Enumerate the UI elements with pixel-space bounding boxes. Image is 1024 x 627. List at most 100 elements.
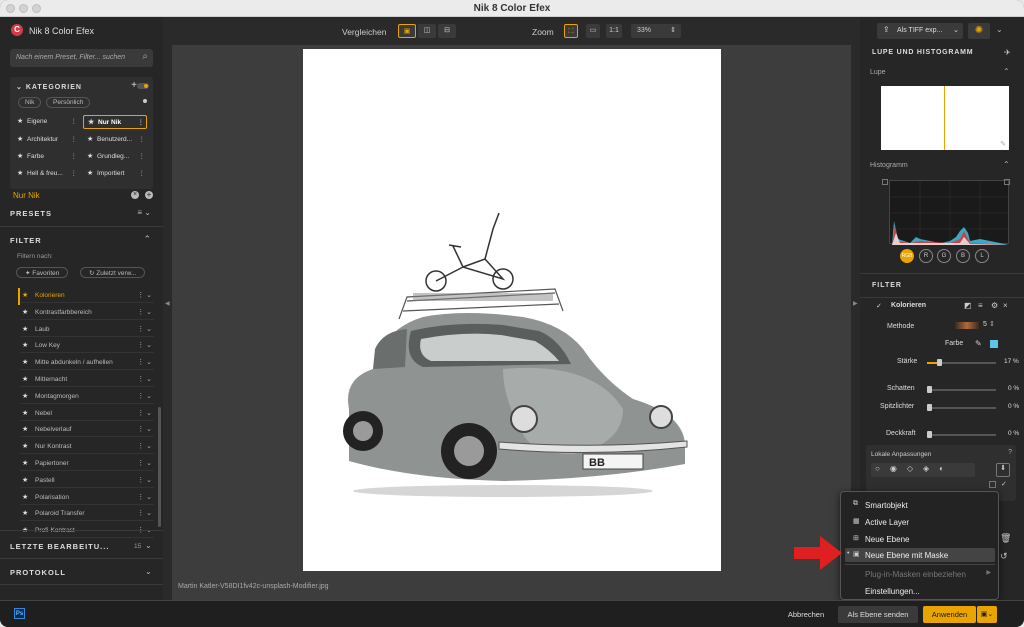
highlights-slider[interactable] [927, 404, 996, 411]
more-icon[interactable]: ⋮ [139, 152, 146, 160]
check-icon[interactable]: ✓ [1001, 480, 1007, 488]
apply-options-button[interactable]: ▣⌄ [977, 606, 997, 623]
gear-icon[interactable]: ⚙ [991, 301, 998, 310]
hist-channel-rgb[interactable]: RGB [900, 249, 914, 263]
collapse-right-icon[interactable]: ▶ [853, 300, 858, 307]
filter-list-item[interactable]: ★ Nur Kontrast ⋮ ⌄ [20, 439, 154, 455]
color-swatch[interactable] [990, 340, 998, 348]
filter-list-item[interactable]: ★ Laub ⋮ ⌄ [20, 322, 154, 337]
zoom-fill-icon[interactable]: ▭ [586, 24, 600, 38]
shadows-slider[interactable] [927, 386, 996, 393]
menu-icon[interactable]: ≡ [978, 301, 983, 310]
add-point-icon[interactable]: ⬇ [996, 463, 1010, 477]
star-icon[interactable]: ★ [22, 291, 28, 299]
more-icon[interactable]: ⋮ ⌄ [137, 308, 152, 316]
add-preset-icon[interactable]: + [145, 191, 153, 199]
presets-heading[interactable]: PRESETS [10, 209, 52, 218]
star-icon[interactable]: ★ [22, 476, 28, 484]
more-icon[interactable]: ⋮ ⌄ [137, 392, 152, 400]
menu-item-new-layer-with-mask[interactable]: • ▣ Neue Ebene mit Maske [845, 548, 995, 562]
strength-knob[interactable] [936, 359, 942, 366]
categories-toggle[interactable] [137, 83, 149, 89]
star-icon[interactable]: ★ [22, 325, 28, 333]
more-icon[interactable]: ⋮ ⌄ [137, 341, 152, 349]
filter-list-item[interactable]: ★ Montagmorgen ⋮ ⌄ [20, 389, 154, 404]
compare-stack-icon[interactable]: ⊟ [438, 24, 456, 38]
chevron-up-icon[interactable]: ⌃ [1003, 67, 1010, 76]
strength-slider[interactable] [927, 359, 996, 366]
recent-chip[interactable]: ↻ Zuletzt verw... [80, 267, 146, 278]
category-cell[interactable]: ★ Hell & freu... ⋮ [13, 167, 79, 181]
local-tools[interactable]: ○◉◇◈◐ [871, 463, 975, 477]
mask-icon[interactable]: ◩ [964, 301, 972, 310]
search-input[interactable]: Nach einem Preset, Filter... suchen ⌕ [10, 49, 153, 67]
category-cell[interactable]: ★ Eigene ⋮ [13, 115, 79, 129]
star-icon[interactable]: ★ [22, 459, 28, 467]
zoom-1to1-button[interactable]: 1:1 [606, 24, 622, 38]
collapse-left-icon[interactable]: ◀ [165, 300, 170, 307]
star-icon[interactable]: ★ [22, 308, 28, 316]
search-icon[interactable]: ⌕ [142, 51, 148, 62]
chevron-up-icon[interactable]: ⌃ [143, 234, 151, 245]
hist-channel-g[interactable]: G [937, 249, 951, 263]
more-icon[interactable]: ⋮ [71, 117, 78, 125]
clipping-toggle[interactable] [1004, 179, 1010, 185]
more-icon[interactable]: ⋮ [71, 135, 78, 143]
filter-list-item[interactable]: ★ Papiertoner ⋮ ⌄ [20, 456, 154, 471]
more-icon[interactable]: ⋮ ⌄ [137, 325, 152, 333]
clipping-toggle[interactable] [882, 179, 888, 185]
more-icon[interactable]: ⋮ ⌄ [137, 291, 152, 299]
star-icon[interactable]: ★ [22, 392, 28, 400]
checkbox[interactable] [989, 481, 996, 488]
method-select[interactable]: 5 ⇕ [955, 320, 995, 332]
menu-item-new-layer[interactable]: ⊞ Neue Ebene [845, 532, 995, 546]
filter-list-item[interactable]: ★ Polarisation ⋮ ⌄ [20, 490, 154, 505]
eyedropper-icon[interactable]: ✎ [975, 339, 982, 348]
more-icon[interactable]: ⋮ ⌄ [137, 409, 152, 417]
highlights-knob[interactable] [927, 404, 932, 411]
chevron-down-icon[interactable]: ⌄ [145, 567, 152, 576]
image-preview[interactable]: BB [303, 49, 721, 571]
category-cell-selected[interactable]: ★ Nur Nik ⋮ [83, 115, 147, 129]
more-icon[interactable]: ⋮ [71, 152, 78, 160]
compare-split-icon[interactable]: ▣ [398, 24, 416, 38]
loupe-view[interactable]: ✎ [881, 86, 1009, 150]
filter-list-item[interactable]: ★ Nebel ⋮ ⌄ [20, 406, 154, 421]
filter-list-item[interactable]: ★ Pastell ⋮ ⌄ [20, 473, 154, 488]
filter-list-item[interactable]: ★ Low Key ⋮ ⌄ [20, 338, 154, 354]
more-icon[interactable]: ⋮ ⌄ [137, 459, 152, 467]
star-icon[interactable]: ★ [22, 442, 28, 450]
more-icon[interactable]: ⋮ [71, 169, 78, 177]
filter-list-item[interactable]: ★ Nebelverlauf ⋮ ⌄ [20, 422, 154, 438]
pin-icon[interactable]: ✎ [1000, 140, 1006, 148]
opacity-knob[interactable] [927, 431, 932, 438]
star-icon[interactable]: ★ [22, 493, 28, 501]
more-icon[interactable]: ⋮ [139, 135, 146, 143]
filter-heading[interactable]: FILTER [10, 236, 42, 245]
category-cell[interactable]: ★ Benutzerd... ⋮ [83, 133, 147, 147]
hist-channel-l[interactable]: L [975, 249, 989, 263]
close-icon[interactable]: × [1003, 301, 1008, 310]
categories-heading[interactable]: ⌄ KATEGORIEN [16, 83, 82, 91]
chevron-down-icon[interactable]: ⌄ [996, 25, 1003, 34]
star-icon[interactable]: ★ [22, 425, 28, 433]
star-icon[interactable]: ★ [22, 509, 28, 517]
star-icon[interactable]: ★ [22, 358, 28, 366]
more-icon[interactable]: ⋮ ⌄ [137, 442, 152, 450]
send-as-layer-button[interactable]: Als Ebene senden [838, 606, 918, 623]
more-icon[interactable]: ⋮ ⌄ [137, 358, 152, 366]
filter-list-item[interactable]: ★ Polaroid Transfer ⋮ ⌄ [20, 506, 154, 522]
opacity-slider[interactable] [927, 431, 996, 438]
loupe-heading[interactable]: LUPE UND HISTOGRAMM [872, 49, 973, 56]
category-cell[interactable]: ★ Farbe ⋮ [13, 150, 79, 164]
hist-channel-b[interactable]: B [956, 249, 970, 263]
category-cell[interactable]: ★ Importiert ⋮ [83, 167, 147, 181]
chevron-down-icon[interactable]: ⌄ [145, 541, 152, 550]
zoom-fit-icon[interactable]: ⛶ [564, 24, 578, 38]
shadows-knob[interactable] [927, 386, 932, 393]
export-format-select[interactable]: ⇪ Als TIFF exp... ⌄ [877, 23, 963, 39]
favorites-chip[interactable]: ✦ Favoriten [16, 267, 69, 278]
more-icon[interactable]: ⋮ [138, 118, 145, 126]
settings-gear-icon[interactable]: ✺ [968, 23, 990, 39]
protocol-heading[interactable]: PROTOKOLL [10, 568, 66, 577]
